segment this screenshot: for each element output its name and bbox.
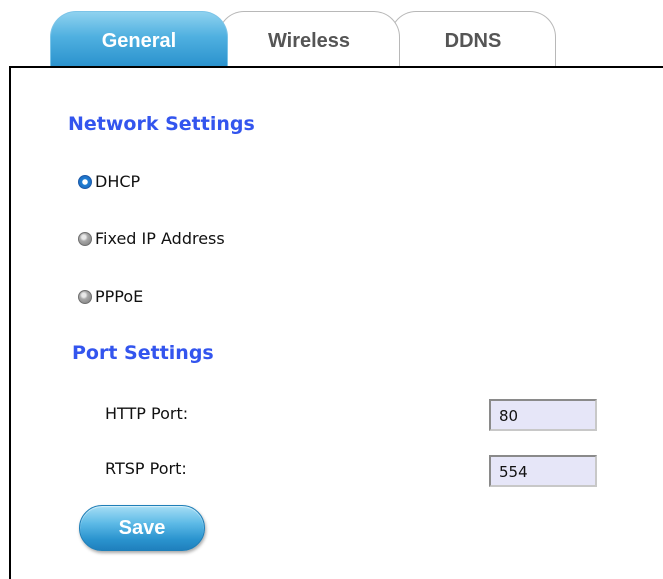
dhcp-option[interactable]: DHCP bbox=[78, 172, 140, 191]
settings-page: General Wireless DDNS Network Settings D… bbox=[0, 0, 663, 579]
rtsp-port-input[interactable]: 554 bbox=[489, 455, 597, 487]
tab-wireless[interactable]: Wireless bbox=[218, 11, 400, 67]
pppoe-option[interactable]: PPPoE bbox=[78, 287, 143, 306]
tab-ddns[interactable]: DDNS bbox=[390, 11, 556, 67]
tab-wireless-label: Wireless bbox=[267, 30, 351, 52]
pppoe-label: PPPoE bbox=[95, 287, 144, 306]
http-port-label: HTTP Port: bbox=[105, 404, 189, 423]
http-port-input[interactable]: 80 bbox=[489, 399, 597, 431]
tab-ddns-label: DDNS bbox=[444, 30, 502, 52]
tab-general[interactable]: General bbox=[50, 11, 228, 67]
dhcp-label: DHCP bbox=[95, 172, 141, 191]
rtsp-port-label: RTSP Port: bbox=[105, 459, 187, 478]
fixed-ip-option[interactable]: Fixed IP Address bbox=[78, 229, 225, 248]
fixed-ip-label: Fixed IP Address bbox=[95, 229, 225, 248]
network-settings-title: Network Settings bbox=[68, 113, 255, 135]
general-settings-panel: Network Settings DHCP Fixed IP Address P… bbox=[9, 66, 663, 579]
dhcp-radio[interactable] bbox=[78, 174, 92, 189]
tab-general-label: General bbox=[101, 30, 177, 52]
save-button[interactable]: Save bbox=[79, 505, 205, 551]
pppoe-radio[interactable] bbox=[78, 289, 92, 304]
fixed-ip-radio[interactable] bbox=[78, 231, 92, 246]
port-settings-title: Port Settings bbox=[72, 342, 214, 364]
